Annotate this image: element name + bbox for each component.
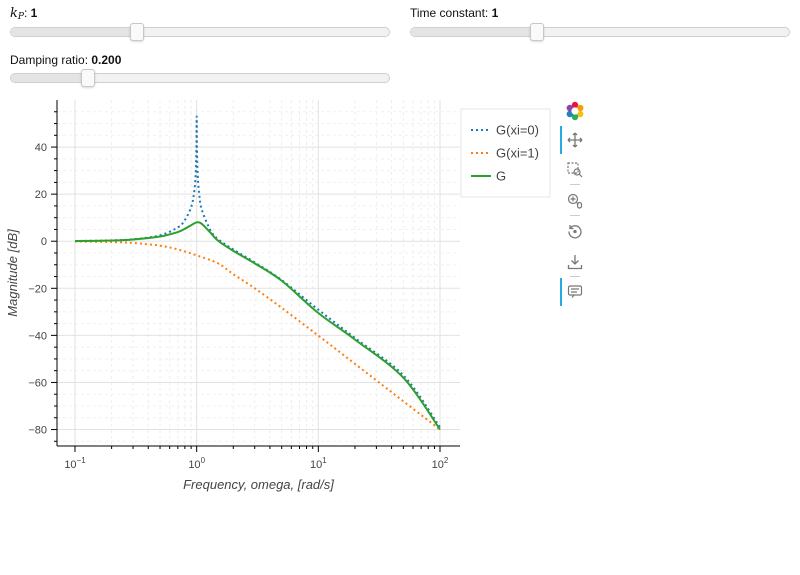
y-tick-label: −80: [28, 425, 47, 437]
y-tick-label: 0: [41, 236, 47, 248]
y-tick-label: 20: [35, 189, 47, 201]
time-constant-label: Time constant:: [410, 6, 492, 20]
x-tick-label: 101: [310, 456, 327, 471]
kp-slider-title: kP: 1: [10, 5, 390, 22]
time-constant-slider-title: Time constant: 1: [410, 5, 790, 21]
toolbar-separator: [570, 215, 580, 216]
bode-magnitude-plot[interactable]: 40 20 0 −20 −40 −60 −80 10−1 100 101 102 Frequency,…: [0, 95, 555, 495]
legend: G(xi=0) G(xi=1) G: [460, 108, 551, 198]
legend-label: G: [496, 169, 506, 184]
reset-icon[interactable]: [560, 217, 590, 245]
damping-slider-handle[interactable]: [80, 69, 95, 87]
save-icon[interactable]: [560, 248, 590, 276]
kp-slider-fill: [11, 28, 136, 36]
toolbar-separator: [570, 184, 580, 185]
bokeh-logo-icon[interactable]: [560, 97, 590, 125]
y-tick-label: −60: [28, 377, 47, 389]
time-constant-slider-widget: Time constant: 1: [410, 5, 790, 41]
damping-value: 0.200: [91, 53, 122, 67]
y-tick-label: −40: [28, 330, 47, 342]
x-axis-label: Frequency, omega, [rad/s]: [183, 477, 334, 492]
time-constant-slider-track[interactable]: [410, 23, 790, 41]
damping-slider-title: Damping ratio: 0.200: [10, 52, 390, 68]
damping-slider-widget: Damping ratio: 0.200: [10, 52, 390, 87]
kp-subscript: P: [17, 12, 24, 22]
x-tick-label: 102: [432, 456, 449, 471]
y-axis-label: Magnitude [dB]: [5, 229, 20, 317]
kp-slider-widget: kP: 1: [10, 5, 390, 41]
legend-label: G(xi=1): [496, 146, 539, 161]
box-zoom-icon[interactable]: [560, 156, 590, 184]
damping-label: Damping ratio:: [10, 53, 92, 67]
grid: [57, 100, 460, 446]
y-tick-label: −20: [28, 283, 47, 295]
kp-value: 1: [30, 6, 38, 20]
time-constant-value: 1: [491, 6, 499, 20]
kp-slider-handle[interactable]: [129, 23, 144, 41]
legend-label: G(xi=0): [496, 123, 539, 138]
damping-slider-fill: [11, 74, 87, 82]
x-tick-label: 100: [188, 456, 205, 471]
damping-slider-track[interactable]: [10, 69, 390, 87]
kp-symbol: k: [10, 6, 18, 21]
kp-slider-track[interactable]: [10, 23, 390, 41]
toolbar-separator: [570, 276, 580, 277]
kp-separator: :: [23, 6, 31, 20]
pan-icon[interactable]: [560, 126, 590, 154]
time-constant-slider-handle[interactable]: [529, 23, 544, 41]
x-tick-label: 10−1: [64, 456, 86, 471]
time-constant-slider-fill: [411, 28, 536, 36]
hover-icon[interactable]: [560, 278, 590, 306]
wheel-zoom-icon[interactable]: [560, 187, 590, 215]
y-tick-label: 40: [35, 142, 47, 154]
